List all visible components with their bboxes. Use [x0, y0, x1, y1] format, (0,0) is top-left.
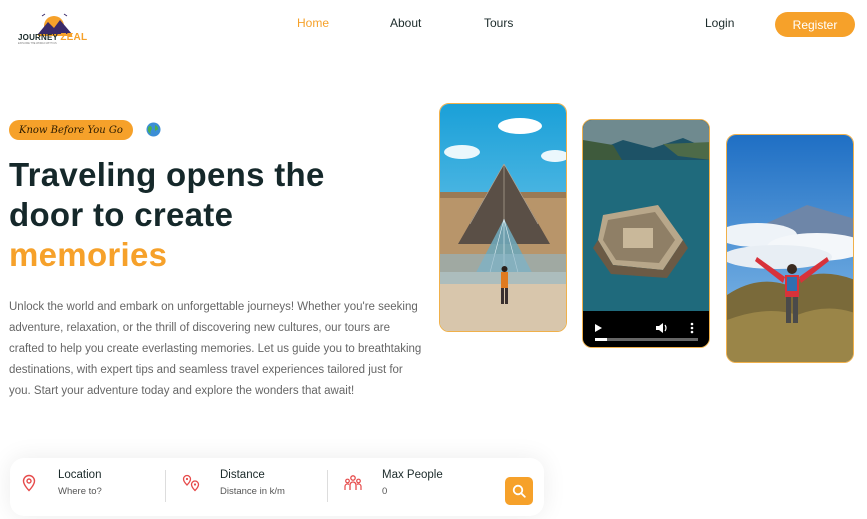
field-divider	[165, 470, 166, 502]
register-button[interactable]: Register	[775, 12, 855, 37]
login-link[interactable]: Login	[705, 16, 734, 30]
field-divider	[327, 470, 328, 502]
nav-tours-link[interactable]: Tours	[484, 16, 513, 30]
nav-home-link[interactable]: Home	[297, 16, 329, 30]
hero-description: Unlock the world and embark on unforgett…	[9, 301, 422, 397]
hero-title: Traveling opens the door to create memor…	[9, 155, 325, 275]
island-fortress-video[interactable]	[582, 119, 710, 348]
search-button[interactable]	[505, 477, 533, 505]
mountain-hiker-photo	[726, 134, 854, 363]
distance-input[interactable]	[220, 486, 330, 497]
tour-search-bar: Location Distance Max People	[10, 458, 544, 516]
max-people-label: Max People	[382, 469, 443, 481]
more-options-icon[interactable]	[690, 322, 694, 334]
distance-field[interactable]: Distance	[182, 468, 332, 506]
video-progress-bar[interactable]	[595, 338, 698, 341]
logo-tagline: EXPLORE THE WORLD WITH US	[18, 42, 57, 45]
map-pin-icon	[22, 474, 36, 492]
location-label: Location	[58, 469, 102, 481]
globe-icon	[146, 122, 161, 137]
people-icon	[344, 475, 362, 490]
max-people-input[interactable]	[382, 486, 492, 497]
max-people-field[interactable]: Max People	[344, 468, 494, 506]
video-progress-fill	[595, 338, 608, 341]
volume-icon[interactable]	[655, 322, 669, 334]
hero-title-line1: Traveling opens the	[9, 156, 325, 193]
play-icon[interactable]	[595, 324, 602, 332]
louvre-pyramid-photo	[439, 103, 567, 332]
route-pins-icon	[182, 474, 200, 492]
nav-about-link[interactable]: About	[390, 16, 421, 30]
hero-title-line2: door to create	[9, 196, 234, 233]
distance-label: Distance	[220, 469, 265, 481]
location-field[interactable]: Location	[20, 468, 170, 506]
hero-title-accent: memories	[9, 236, 168, 273]
location-input[interactable]	[58, 486, 168, 497]
hero-badge: Know Before You Go	[9, 120, 133, 140]
search-icon	[512, 484, 526, 498]
video-controls	[583, 309, 709, 347]
